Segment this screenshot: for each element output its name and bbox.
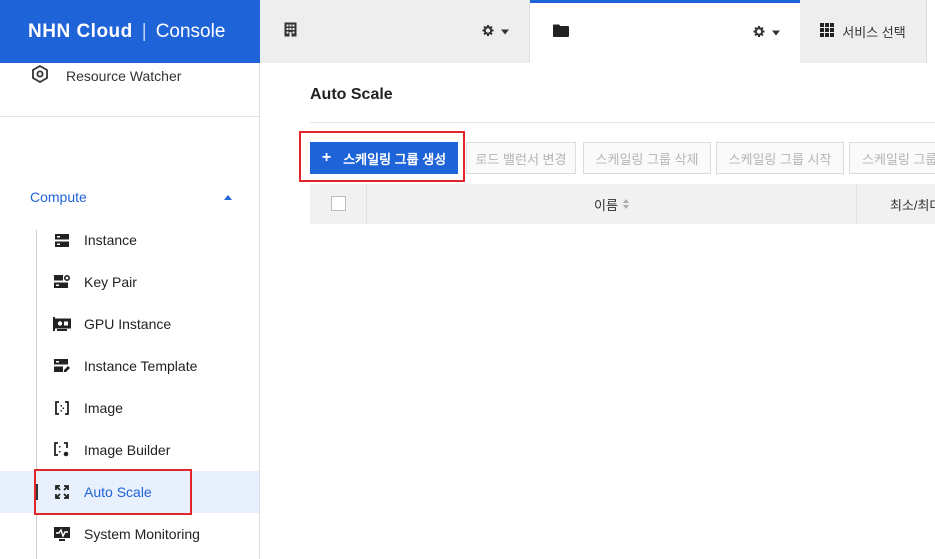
title-divider [310,122,935,123]
logo-separator: | [141,20,147,42]
sidebar-item-label: Auto Scale [84,484,152,500]
sidebar-item-label: System Monitoring [84,526,200,542]
sidebar-item-instance-template[interactable]: Instance Template [0,345,259,387]
sidebar-item-image-builder[interactable]: Image Builder [0,429,259,471]
sidebar: Resource Watcher Compute Instance Key Pa… [0,63,260,559]
select-all-cell [310,184,367,224]
sidebar-item-label: Image Builder [84,442,171,458]
sidebar-item-gpu-instance[interactable]: GPU Instance [0,303,259,345]
auto-scale-icon [53,483,71,501]
folder-icon [553,24,569,42]
gear-icon [753,26,765,41]
sidebar-item-key-pair[interactable]: Key Pair [0,261,259,303]
server-icon [53,231,71,249]
brand-name: NHN Cloud [28,20,133,42]
org-selector[interactable] [260,0,530,63]
create-scaling-group-button[interactable]: + 스케일링 그룹 생성 [310,142,458,174]
chevron-down-icon [772,30,780,36]
change-load-balancer-button[interactable]: 로드 밸런서 변경 [466,142,576,174]
column-header-label: 이름 [594,197,618,213]
column-header-min-max[interactable]: 최소/최대 [890,184,935,224]
service-select-button[interactable]: 서비스 선택 [800,0,926,63]
org-settings-dropdown[interactable] [482,24,509,39]
project-selector[interactable] [530,0,800,63]
grid-icon [820,23,835,40]
header-right-area [926,0,935,63]
resource-watcher-label: Resource Watcher [66,67,182,84]
sidebar-item-label: Image [84,400,123,416]
template-icon [53,357,71,375]
sidebar-item-label: Key Pair [84,274,137,290]
sidebar-item-system-monitoring[interactable]: System Monitoring [0,513,259,555]
chevron-up-icon[interactable] [224,195,232,200]
gpu-icon [53,315,71,333]
page-title: Auto Scale [310,86,393,103]
sidebar-divider [0,116,259,117]
stop-scaling-group-button[interactable]: 스케일링 그룹 [849,142,935,174]
select-all-checkbox[interactable] [331,196,346,211]
chevron-down-icon [501,29,509,34]
delete-scaling-group-button[interactable]: 스케일링 그룹 삭제 [583,142,711,174]
plus-icon: + [321,149,332,166]
monitoring-icon [53,525,71,543]
sidebar-item-instance[interactable]: Instance [0,219,259,261]
active-item-marker [35,484,38,500]
create-scaling-group-label: 스케일링 그룹 생성 [343,151,447,167]
product-name: Console [155,20,226,42]
start-scaling-group-button[interactable]: 스케일링 그룹 시작 [716,142,844,174]
sidebar-section-compute[interactable]: Compute [30,189,87,205]
building-icon [284,22,297,42]
project-settings-dropdown[interactable] [753,26,780,41]
key-pair-icon [53,273,71,291]
sidebar-item-label: GPU Instance [84,316,172,332]
gear-icon [482,24,494,39]
image-icon [53,399,71,417]
sidebar-item-label: Instance Template [84,358,198,374]
console-logo[interactable]: NHN Cloud | Console [0,0,260,63]
sidebar-item-image[interactable]: Image [0,387,259,429]
resource-watcher-link[interactable]: Resource Watcher [31,64,182,86]
sidebar-item-auto-scale[interactable]: Auto Scale [0,471,259,513]
table-header: 이름 최소/최대 [310,184,935,224]
sidebar-item-label: Instance [84,232,137,248]
sort-icon [622,199,629,209]
service-select-label: 서비스 선택 [842,25,906,40]
image-builder-icon [53,441,71,459]
hexagon-gear-icon [31,64,49,86]
column-header-name[interactable]: 이름 [367,184,857,224]
